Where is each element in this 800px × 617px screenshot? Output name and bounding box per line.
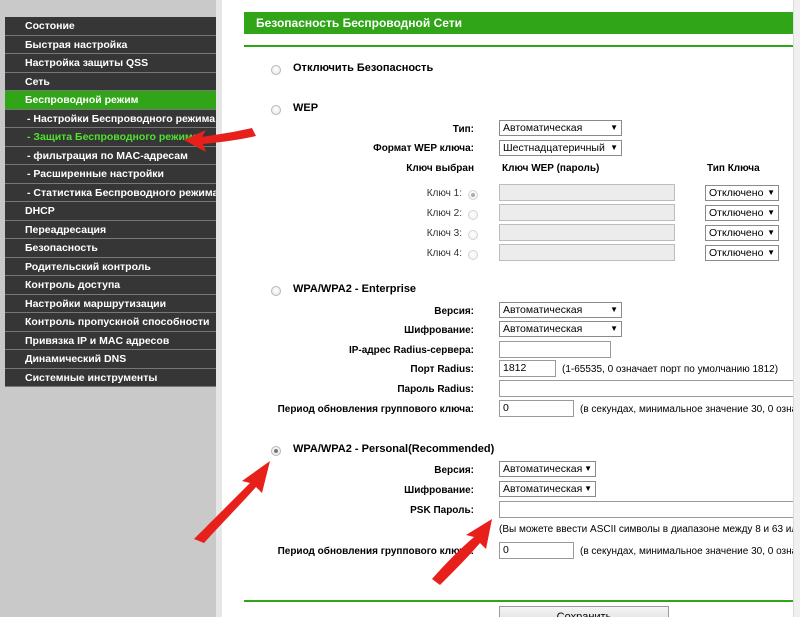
sidebar-item[interactable]: Настройки маршрутизации bbox=[5, 294, 216, 313]
radio-enterprise[interactable] bbox=[271, 286, 281, 296]
chevron-down-icon: ▼ bbox=[767, 228, 775, 237]
wep-key-type-select[interactable]: Отключено ▼ bbox=[705, 185, 779, 201]
psk-password-input[interactable] bbox=[499, 501, 800, 518]
sidebar-item[interactable]: DHCP bbox=[5, 202, 216, 221]
wep-key-input[interactable] bbox=[499, 244, 675, 261]
disable-security-label: Отключить Безопасность bbox=[293, 62, 434, 74]
personal-group-label: Период обновления группового ключа: bbox=[277, 546, 474, 557]
sidebar-item[interactable]: Настройка защиты QSS bbox=[5, 54, 216, 73]
sidebar: Состоние Быстрая настройка Настройка защит… bbox=[0, 0, 222, 617]
enterprise-enc-select[interactable]: Автоматическая ▼ bbox=[499, 321, 622, 337]
sidebar-item[interactable]: - Настройки Беспроводного режима bbox=[5, 109, 216, 128]
personal-version-select[interactable]: Автоматическая ▼ bbox=[499, 461, 596, 477]
enterprise-enc-label: Шифрование: bbox=[404, 325, 474, 336]
sidebar-item[interactable]: Состоние bbox=[5, 17, 216, 36]
scrollbar[interactable] bbox=[793, 0, 800, 617]
wep-key-type-select[interactable]: Отключено ▼ bbox=[705, 205, 779, 221]
header-divider bbox=[244, 45, 800, 47]
personal-group-note: (в секундах, минимальное значение 30, 0 … bbox=[580, 546, 800, 557]
sidebar-item[interactable]: Переадресация bbox=[5, 220, 216, 239]
wep-key-label: Ключ 3: bbox=[426, 228, 462, 239]
wep-key-input[interactable] bbox=[499, 204, 675, 221]
radius-port-input[interactable]: 1812 bbox=[499, 360, 556, 377]
chevron-down-icon: ▼ bbox=[584, 464, 592, 473]
sidebar-menu: Состоние Быстрая настройка Настройка защит… bbox=[5, 17, 216, 387]
sidebar-item[interactable]: Быстрая настройка bbox=[5, 35, 216, 54]
wep-col-key: Ключ WEP (пароль) bbox=[502, 163, 600, 174]
enterprise-version-label: Версия: bbox=[434, 306, 474, 317]
wep-key-label: Ключ 4: bbox=[426, 248, 462, 259]
chevron-down-icon: ▼ bbox=[610, 123, 618, 132]
wep-key-radio[interactable] bbox=[468, 190, 478, 200]
wep-key-radio[interactable] bbox=[468, 210, 478, 220]
wep-col-selected: Ключ выбран bbox=[406, 163, 474, 174]
wep-key-radio[interactable] bbox=[468, 230, 478, 240]
personal-version-label: Версия: bbox=[434, 465, 474, 476]
radius-password-input[interactable] bbox=[499, 380, 800, 397]
enterprise-group-label: Период обновления группового ключа: bbox=[277, 404, 474, 415]
chevron-down-icon: ▼ bbox=[610, 324, 618, 333]
personal-group-input[interactable]: 0 bbox=[499, 542, 574, 559]
page-title: Безопасность Беспроводной Сети bbox=[244, 12, 800, 34]
enterprise-group-note: (в секундах, минимальное значение 30, 0 … bbox=[580, 404, 800, 415]
personal-enc-select[interactable]: Автоматическая ▼ bbox=[499, 481, 596, 497]
radio-disable-security[interactable] bbox=[271, 65, 281, 75]
wep-key-radio[interactable] bbox=[468, 250, 478, 260]
sidebar-item[interactable]: Сеть bbox=[5, 72, 216, 91]
wep-key-type-select[interactable]: Отключено ▼ bbox=[705, 245, 779, 261]
wep-key-label: Ключ 1: bbox=[426, 188, 462, 199]
radio-personal[interactable] bbox=[271, 446, 281, 456]
radius-password-label: Пароль Radius: bbox=[397, 384, 474, 395]
radio-wep[interactable] bbox=[271, 105, 281, 115]
sidebar-item[interactable]: - фильтрация по MAC-адресам bbox=[5, 146, 216, 165]
sidebar-item[interactable]: Родительский контроль bbox=[5, 257, 216, 276]
chevron-down-icon: ▼ bbox=[767, 248, 775, 257]
wep-type-label: Тип: bbox=[452, 124, 474, 135]
chevron-down-icon: ▼ bbox=[767, 208, 775, 217]
wep-key-label: Ключ 2: bbox=[426, 208, 462, 219]
radius-ip-label: IP-адрес Radius-сервера: bbox=[348, 345, 474, 356]
sidebar-item[interactable]: - Защита Беспроводного режима bbox=[5, 128, 216, 147]
wep-key-input[interactable] bbox=[499, 224, 675, 241]
chevron-down-icon: ▼ bbox=[610, 305, 618, 314]
sidebar-item[interactable]: Системные инструменты bbox=[5, 368, 216, 387]
chevron-down-icon: ▼ bbox=[767, 188, 775, 197]
sidebar-item[interactable]: Привязка IP и MAC адресов bbox=[5, 331, 216, 350]
wep-format-label: Формат WEP ключа: bbox=[373, 143, 474, 154]
wep-title: WEP bbox=[293, 102, 319, 114]
footer-divider bbox=[244, 600, 800, 602]
sidebar-item[interactable]: Беспроводной режим bbox=[5, 91, 216, 110]
main-content: Безопасность Беспроводной Сети Отключить… bbox=[244, 12, 800, 617]
sidebar-item[interactable]: - Статистика Беспроводного режима bbox=[5, 183, 216, 202]
radius-port-note: (1-65535, 0 означает порт по умолчанию 1… bbox=[562, 364, 779, 375]
sidebar-item[interactable]: Контроль пропускной способности bbox=[5, 313, 216, 332]
wep-type-select[interactable]: Автоматическая ▼ bbox=[499, 120, 622, 136]
radius-ip-input[interactable] bbox=[499, 341, 611, 358]
wep-format-select[interactable]: Шестнадцатеричный ▼ bbox=[499, 140, 622, 156]
psk-password-label: PSK Пароль: bbox=[410, 505, 474, 516]
sidebar-item[interactable]: Безопасность bbox=[5, 239, 216, 258]
personal-title: WPA/WPA2 - Personal(Recommended) bbox=[293, 443, 495, 455]
radius-port-label: Порт Radius: bbox=[410, 364, 474, 375]
sidebar-item[interactable]: Контроль доступа bbox=[5, 276, 216, 295]
personal-enc-label: Шифрование: bbox=[404, 485, 474, 496]
sidebar-item[interactable]: Динамический DNS bbox=[5, 350, 216, 369]
wep-key-type-select[interactable]: Отключено ▼ bbox=[705, 225, 779, 241]
sidebar-item[interactable]: - Расширенные настройки bbox=[5, 165, 216, 184]
wep-key-input[interactable] bbox=[499, 184, 675, 201]
enterprise-group-input[interactable]: 0 bbox=[499, 400, 574, 417]
psk-note: (Вы можете ввести ASCII символы в диапаз… bbox=[499, 524, 800, 535]
save-button[interactable]: Сохранить bbox=[499, 606, 669, 617]
wep-col-type: Тип Ключа bbox=[707, 163, 760, 174]
chevron-down-icon: ▼ bbox=[584, 484, 592, 493]
chevron-down-icon: ▼ bbox=[610, 143, 618, 152]
enterprise-title: WPA/WPA2 - Enterprise bbox=[293, 283, 417, 295]
enterprise-version-select[interactable]: Автоматическая ▼ bbox=[499, 302, 622, 318]
